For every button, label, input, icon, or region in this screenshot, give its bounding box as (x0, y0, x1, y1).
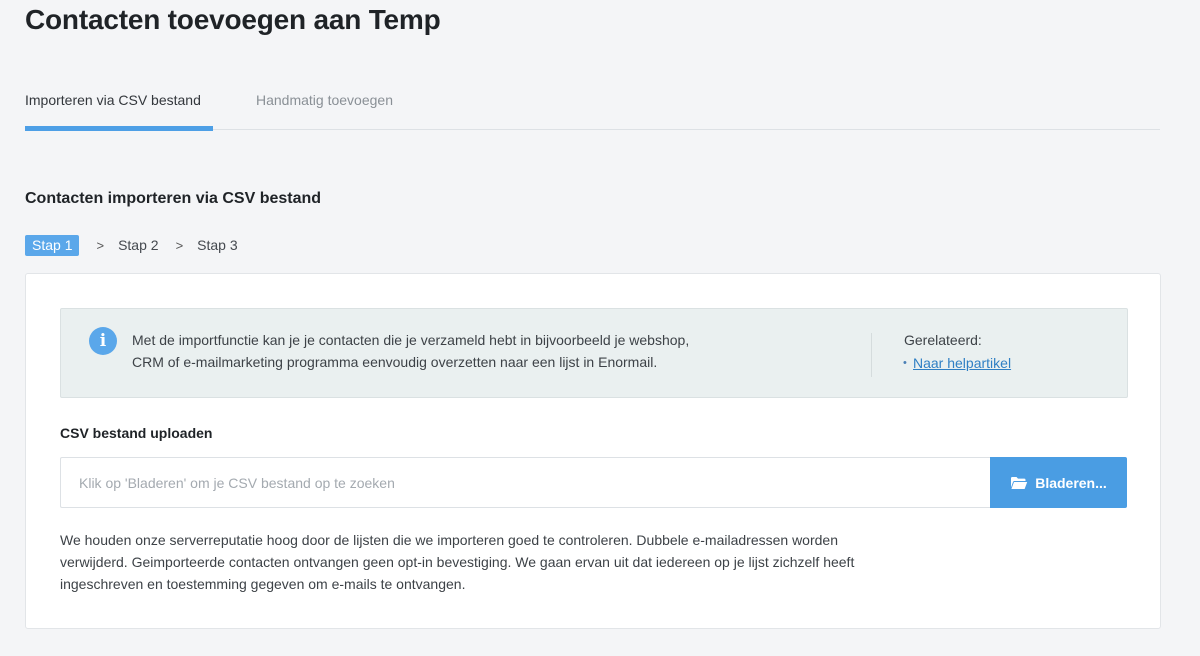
step-separator: > (96, 238, 105, 253)
info-icon: i (89, 327, 117, 355)
tab-manual-add[interactable]: Handmatig toevoegen (256, 88, 393, 130)
browse-button-label: Bladeren... (1035, 474, 1107, 491)
import-card: i Met de importfunctie kan je je contact… (25, 273, 1161, 629)
info-text-line: Met de importfunctie kan je je contacten… (132, 332, 690, 348)
csv-file-input[interactable] (60, 457, 990, 508)
section-title: Contacten importeren via CSV bestand (25, 190, 322, 207)
info-divider (871, 333, 872, 377)
step-2: Stap 2 (118, 237, 159, 253)
step-3: Stap 3 (197, 237, 238, 253)
step-breadcrumb: Stap 1 > Stap 2 > Stap 3 (25, 235, 238, 256)
folder-open-icon (1011, 476, 1028, 489)
step-separator: > (175, 238, 184, 253)
help-article-link[interactable]: Naar helpartikel (913, 355, 1011, 371)
info-text: Met de importfunctie kan je je contacten… (132, 329, 772, 373)
info-text-line: CRM of e-mailmarketing programma eenvoud… (132, 354, 658, 370)
note-line: ingeschreven en toestemming gegeven om e… (60, 576, 466, 592)
info-box: i Met de importfunctie kan je je contact… (60, 308, 1128, 398)
note-line: verwijderd. Geimporteerde contacten ontv… (60, 554, 855, 570)
upload-label: CSV bestand uploaden (60, 425, 213, 441)
tab-bar: Importeren via CSV bestand Handmatig toe… (25, 88, 1160, 131)
page-title: Contacten toevoegen aan Temp (25, 4, 441, 35)
browse-button[interactable]: Bladeren... (990, 457, 1127, 508)
related-label: Gerelateerd: (904, 332, 982, 348)
tab-import-csv[interactable]: Importeren via CSV bestand (25, 88, 213, 131)
step-1: Stap 1 (25, 235, 80, 256)
import-note: We houden onze serverreputatie hoog door… (60, 529, 940, 595)
related-list: Naar helpartikel (903, 352, 1011, 374)
related-list-item: Naar helpartikel (903, 352, 1011, 374)
note-line: We houden onze serverreputatie hoog door… (60, 532, 838, 548)
upload-row: Bladeren... (60, 457, 1127, 508)
